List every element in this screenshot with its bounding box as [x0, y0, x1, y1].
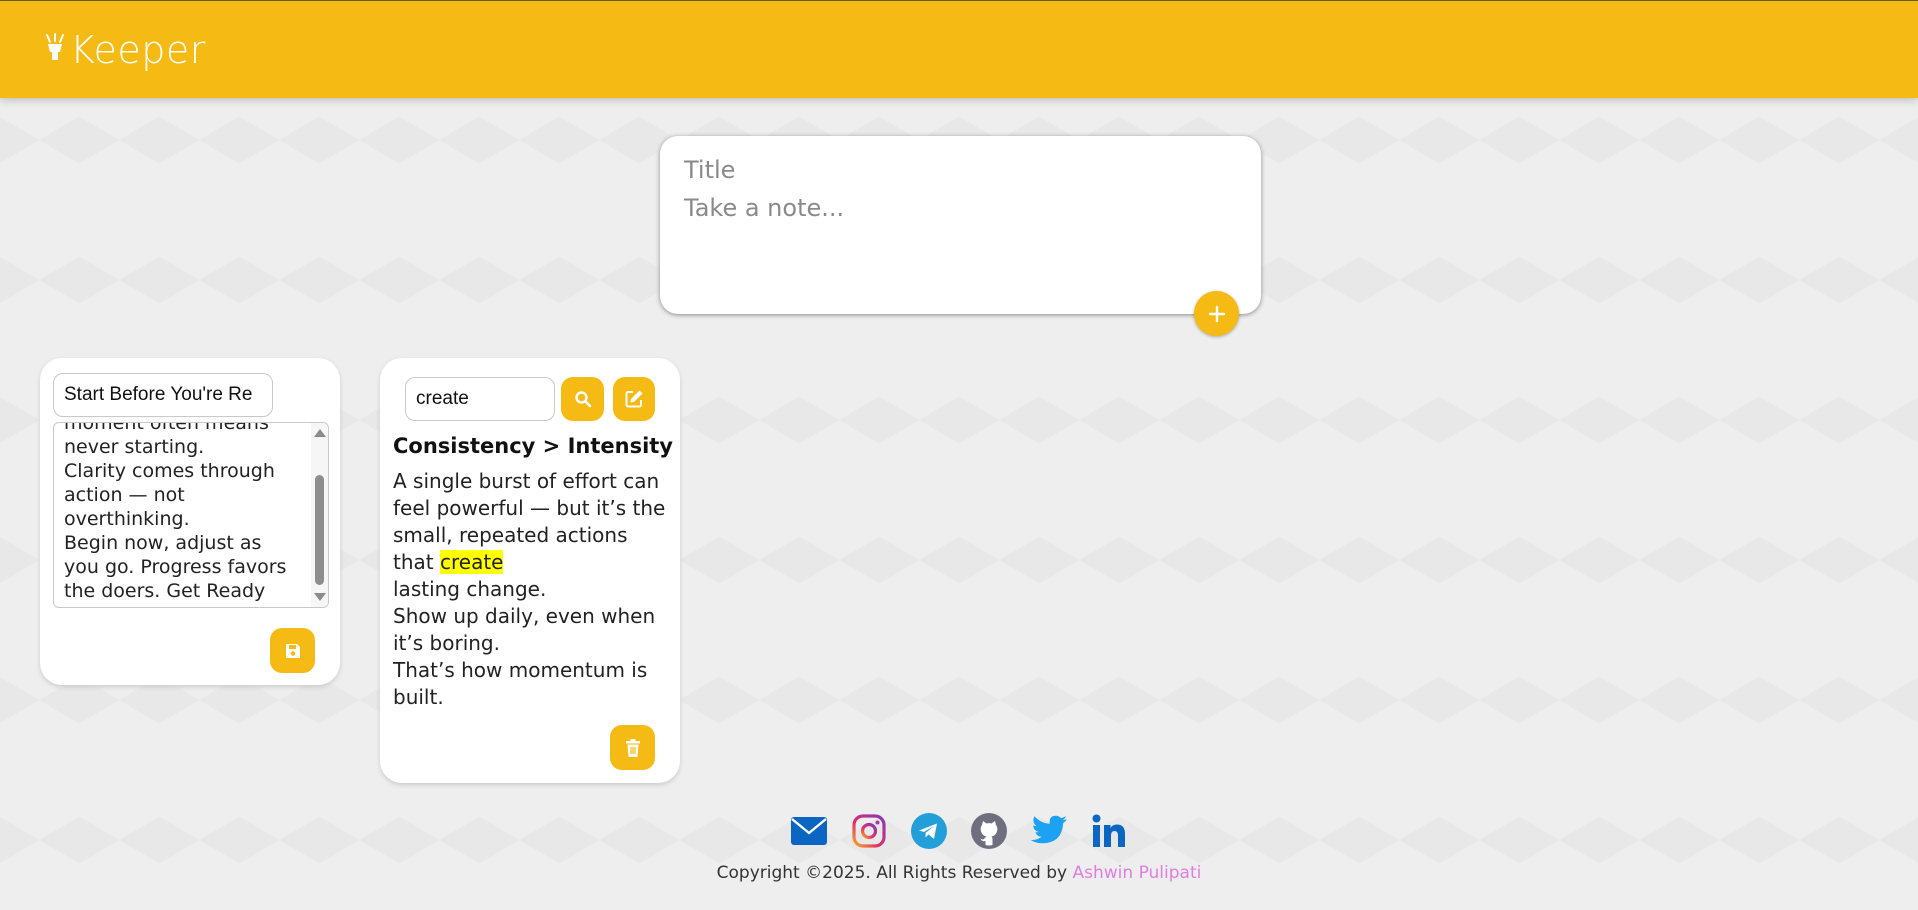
create-note-form [660, 136, 1261, 336]
copyright-text: Copyright ©2025. All Rights Reserved by … [0, 863, 1918, 883]
telegram-link[interactable] [910, 812, 948, 850]
app-header: Keeper [0, 0, 1918, 98]
edit-content-text: moment often means never starting. Clari… [64, 422, 287, 602]
floppy-disk-icon [285, 643, 300, 658]
twitter-icon [1030, 815, 1067, 844]
edit-content-scrollbar[interactable] [311, 423, 328, 607]
save-note-button[interactable] [270, 628, 315, 673]
note-title: Consistency > Intensity [393, 434, 673, 458]
note-card-editing: Start Before You're Re moment often mean… [40, 358, 340, 685]
github-link[interactable] [970, 812, 1008, 850]
instagram-link[interactable] [850, 812, 888, 850]
add-note-button[interactable] [1194, 291, 1239, 336]
page-footer: Copyright ©2025. All Rights Reserved by … [0, 812, 1918, 883]
edit-note-button[interactable] [613, 377, 655, 421]
note-content: A single burst of effort can feel powerf… [393, 468, 671, 711]
note-card-viewing: create Consistency > Intensity A single … [380, 358, 680, 783]
email-icon [791, 817, 827, 845]
note-search-input[interactable]: create [405, 377, 555, 421]
search-icon [574, 391, 591, 408]
scroll-up-arrow-icon[interactable] [314, 429, 326, 437]
note-title-input[interactable] [684, 156, 1237, 184]
note-content-input[interactable] [684, 194, 1237, 274]
edit-content-textarea[interactable]: moment often means never starting. Clari… [53, 422, 329, 608]
telegram-icon [911, 813, 947, 849]
linkedin-link[interactable] [1090, 812, 1128, 850]
github-icon [971, 813, 1007, 849]
search-highlight: create [439, 550, 504, 574]
social-links [0, 812, 1918, 850]
delete-note-button[interactable] [610, 725, 655, 770]
instagram-icon [852, 814, 886, 848]
copyright-label: Copyright ©2025. All Rights Reserved by [716, 863, 1073, 883]
linkedin-icon [1092, 814, 1125, 847]
app-logo-text[interactable]: Keeper [70, 28, 206, 72]
edit-title-input[interactable]: Start Before You're Re [53, 373, 273, 417]
author-link[interactable]: Ashwin Pulipati [1073, 863, 1202, 883]
note-content-after: lasting change. Show up daily, even when… [393, 577, 656, 709]
scroll-down-arrow-icon[interactable] [314, 593, 326, 601]
note-content-before: A single burst of effort can feel powerf… [393, 469, 666, 574]
email-link[interactable] [790, 812, 828, 850]
trash-icon [625, 738, 640, 757]
search-button[interactable] [561, 377, 604, 421]
twitter-link[interactable] [1030, 812, 1068, 850]
edit-icon [625, 390, 643, 408]
plus-icon [1208, 305, 1225, 322]
scroll-thumb[interactable] [315, 475, 324, 585]
lightbulb-icon [46, 32, 64, 60]
